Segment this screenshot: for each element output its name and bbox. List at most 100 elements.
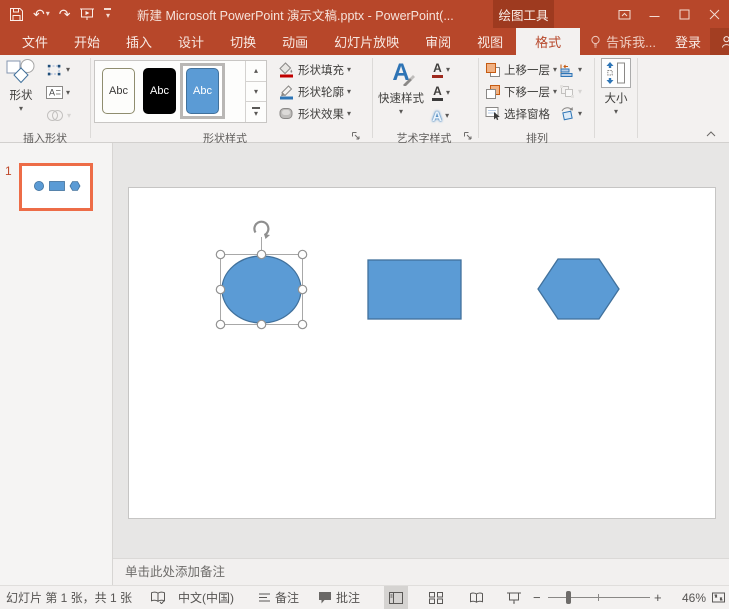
resize-handle[interactable]: [298, 250, 306, 258]
dialog-launcher-icon: [463, 131, 473, 141]
quick-styles-icon: A: [392, 58, 409, 88]
resize-handle[interactable]: [216, 285, 224, 293]
selection-pane-button[interactable]: 选择窗格: [483, 103, 552, 124]
tab-slideshow[interactable]: 幻灯片放映: [321, 28, 412, 55]
group-separator: [372, 58, 373, 138]
gallery-scroll-column: ▴ ▾ ▾: [245, 61, 266, 122]
customize-qat-caret-icon: ▾: [106, 12, 110, 20]
tell-me-button[interactable]: 告诉我...: [580, 28, 666, 55]
text-outline-button[interactable]: A ▾: [430, 82, 452, 103]
tab-file[interactable]: 文件: [9, 28, 61, 55]
wordart-dialog-launcher[interactable]: [463, 131, 473, 141]
merge-shapes-button: ▾: [44, 105, 73, 126]
minimize-button[interactable]: [639, 0, 669, 28]
comments-toggle-button[interactable]: 批注: [318, 586, 360, 609]
resize-handle[interactable]: [298, 320, 306, 328]
start-slideshow-button[interactable]: [79, 8, 95, 21]
notes-icon: [258, 592, 271, 603]
gallery-more-button[interactable]: ▾: [246, 102, 266, 122]
slide-counter[interactable]: 幻灯片 第 1 张，共 1 张: [6, 586, 132, 609]
text-box-button[interactable]: A ▾: [44, 82, 72, 103]
zoom-in-button[interactable]: +: [654, 586, 662, 609]
shape-hexagon[interactable]: [538, 259, 619, 319]
shape-rectangle[interactable]: [368, 260, 461, 319]
fit-slide-to-window-button[interactable]: [706, 586, 729, 609]
edit-shape-button[interactable]: ▾: [44, 59, 72, 80]
text-fill-button[interactable]: A ▾: [430, 59, 452, 80]
undo-button[interactable]: ↶ ▾: [33, 7, 50, 21]
group-separator: [478, 58, 479, 138]
slideshow-view-icon: [507, 592, 521, 604]
shape-ellipse[interactable]: [222, 256, 301, 323]
tab-view[interactable]: 视图: [464, 28, 516, 55]
shape-style-tile-2[interactable]: Abc: [143, 68, 176, 114]
gallery-up-button[interactable]: ▴: [246, 61, 266, 82]
notes-placeholder[interactable]: 单击此处添加备注: [125, 559, 225, 585]
resize-handle[interactable]: [216, 250, 224, 258]
slide-canvas[interactable]: [128, 187, 716, 519]
shape-style-tile-1[interactable]: Abc: [102, 68, 135, 114]
slide-canvas-shapes: [129, 188, 715, 518]
contextual-tab-group-header[interactable]: 绘图工具: [493, 0, 554, 28]
shape-styles-dialog-launcher[interactable]: [351, 131, 361, 141]
rotate-handle[interactable]: [254, 222, 270, 239]
slide-thumbnail[interactable]: [19, 163, 93, 211]
person-add-icon: [721, 35, 729, 49]
gallery-down-icon: ▾: [254, 88, 258, 96]
redo-button[interactable]: ↷: [59, 7, 71, 21]
spell-check-icon: [150, 591, 166, 604]
customize-qat-button[interactable]: ▾: [104, 8, 111, 20]
tab-insert[interactable]: 插入: [113, 28, 165, 55]
collapse-ribbon-button[interactable]: [706, 131, 716, 137]
ribbon-display-options-button[interactable]: [609, 0, 639, 28]
start-slideshow-icon: [79, 8, 95, 21]
sign-in-button[interactable]: 登录: [666, 28, 710, 55]
shape-style-tile-3-selected[interactable]: Abc: [186, 68, 219, 114]
zoom-level[interactable]: 46%: [672, 586, 706, 609]
tab-home[interactable]: 开始: [61, 28, 113, 55]
resize-handle[interactable]: [216, 320, 224, 328]
align-button[interactable]: ▾: [557, 59, 584, 80]
gallery-down-button[interactable]: ▾: [246, 82, 266, 103]
slide-sorter-view-button[interactable]: [424, 586, 448, 609]
size-button[interactable]: 大小 ▾: [598, 58, 634, 116]
normal-view-button[interactable]: [384, 586, 408, 609]
close-button[interactable]: [699, 0, 729, 28]
rotate-button[interactable]: ▾: [557, 103, 584, 124]
bring-forward-button[interactable]: 上移一层 ▾: [483, 59, 559, 80]
zoom-slider-track[interactable]: [548, 597, 650, 598]
shape-outline-button[interactable]: 形状轮廓 ▾: [276, 81, 353, 102]
text-effects-icon: A: [432, 109, 442, 123]
notes-toggle-button[interactable]: 备注: [258, 586, 299, 609]
zoom-slider-thumb[interactable]: [566, 591, 571, 604]
maximize-button[interactable]: [669, 0, 699, 28]
save-button[interactable]: [9, 7, 24, 22]
insert-shapes-button[interactable]: 形状 ▾: [2, 58, 40, 113]
text-effects-button[interactable]: A ▾: [430, 105, 451, 126]
send-backward-button[interactable]: 下移一层 ▾: [483, 81, 559, 102]
status-bar: 幻灯片 第 1 张，共 1 张 中文(中国) 备注 批注 − + 46%: [0, 585, 729, 609]
tab-animations[interactable]: 动画: [269, 28, 321, 55]
resize-handle[interactable]: [298, 285, 306, 293]
minimize-icon: [649, 9, 660, 20]
shape-fill-button[interactable]: 形状填充 ▾: [276, 59, 353, 80]
group-separator: [90, 58, 91, 138]
share-button[interactable]: 共享: [710, 28, 729, 55]
resize-handle[interactable]: [257, 250, 265, 258]
slideshow-view-button[interactable]: [502, 586, 526, 609]
spell-check-button[interactable]: [150, 586, 166, 609]
quick-styles-button[interactable]: A 快速样式 ▾: [377, 58, 425, 116]
shape-effects-button[interactable]: 形状效果 ▾: [276, 103, 353, 124]
language-button[interactable]: 中文(中国): [178, 586, 234, 609]
tab-design[interactable]: 设计: [165, 28, 217, 55]
text-outline-caret-icon: ▾: [446, 89, 450, 97]
notes-pane[interactable]: 单击此处添加备注: [113, 558, 729, 585]
zoom-out-button[interactable]: −: [533, 586, 541, 609]
reading-view-button[interactable]: [464, 586, 488, 609]
undo-dropdown-icon[interactable]: ▾: [46, 10, 50, 18]
resize-handle[interactable]: [257, 320, 265, 328]
quick-access-toolbar: ↶ ▾ ↷ ▾: [0, 7, 137, 22]
tab-format[interactable]: 格式: [516, 28, 580, 55]
tab-transitions[interactable]: 切换: [217, 28, 269, 55]
tab-review[interactable]: 审阅: [412, 28, 464, 55]
